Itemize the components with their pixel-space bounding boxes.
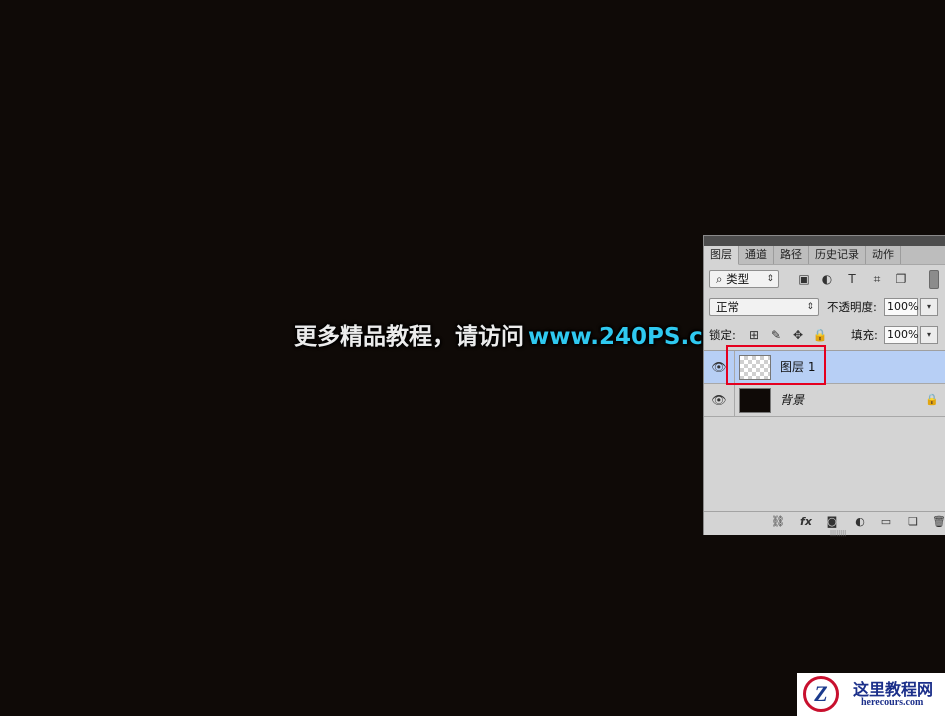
logo-emblem: Z: [803, 676, 839, 712]
lock-label: 锁定:: [709, 328, 736, 342]
lock-brush-icon[interactable]: ✎: [768, 327, 784, 343]
blend-mode-value: 正常: [716, 300, 739, 314]
filter-kind-select[interactable]: ⌕ 类型 ⇕: [709, 270, 779, 288]
eye-icon[interactable]: 👁: [704, 384, 735, 416]
tab-channels[interactable]: 通道: [739, 246, 774, 264]
lock-move-icon[interactable]: ✥: [790, 327, 806, 343]
filter-row: ⌕ 类型 ⇕ ▣ ◐ T ⌗ ❐: [704, 267, 945, 291]
highlight-box: [726, 345, 826, 385]
updown-arrow-icon: ⇕: [766, 274, 774, 284]
lock-transparent-icon[interactable]: ⊞: [746, 327, 762, 343]
filter-toggle[interactable]: [929, 270, 939, 289]
fill-label: 填充:: [851, 328, 878, 342]
tab-history[interactable]: 历史记录: [809, 246, 866, 264]
blend-mode-select[interactable]: 正常 ⇕: [709, 298, 819, 316]
adjustment-filter-icon[interactable]: ◐: [819, 271, 835, 287]
tab-actions[interactable]: 动作: [866, 246, 901, 264]
lock-icon: 🔒: [925, 393, 939, 406]
lock-all-icon[interactable]: 🔒: [812, 327, 828, 343]
layer-row-background[interactable]: 👁 背景 🔒: [704, 384, 945, 417]
filter-kind-label: 类型: [726, 272, 750, 286]
blend-row: 正常 ⇕ 不透明度: 100% ▾: [704, 295, 945, 319]
panel-tabs: 图层 通道 路径 历史记录 动作: [704, 246, 945, 265]
link-layers-icon[interactable]: ⛓: [770, 514, 786, 530]
trash-icon[interactable]: 🗑: [931, 514, 945, 530]
search-icon: ⌕: [716, 272, 723, 286]
folder-icon[interactable]: ▭: [878, 514, 894, 530]
type-filter-icon[interactable]: T: [844, 271, 860, 287]
fill-dropdown[interactable]: ▾: [920, 326, 938, 344]
tab-layers[interactable]: 图层: [704, 246, 739, 265]
panel-header-bar[interactable]: [704, 236, 945, 246]
new-layer-icon[interactable]: ❏: [905, 514, 921, 530]
updown-arrow-icon: ⇕: [806, 302, 814, 312]
watermark-cn: 更多精品教程，请访问: [294, 324, 524, 350]
lock-row: 锁定: ⊞ ✎ ✥ 🔒 填充: 100% ▾: [704, 323, 945, 347]
site-logo: Z 这里教程网 herecours.com: [797, 673, 945, 716]
layer-name[interactable]: 背景: [780, 384, 804, 416]
fx-icon[interactable]: fx: [798, 514, 814, 530]
logo-url: herecours.com: [861, 697, 924, 708]
opacity-dropdown[interactable]: ▾: [920, 298, 938, 316]
layer-thumbnail: [739, 388, 771, 413]
image-filter-icon[interactable]: ▣: [796, 271, 812, 287]
watermark-text: 更多精品教程，请访问 www.240PS.com: [294, 320, 743, 354]
layers-panel: 图层 通道 路径 历史记录 动作 ⌕ 类型 ⇕ ▣ ◐ T ⌗ ❐ 正常 ⇕ 不…: [703, 235, 945, 537]
opacity-label: 不透明度:: [827, 300, 877, 314]
shape-filter-icon[interactable]: ⌗: [869, 271, 885, 287]
resize-grip[interactable]: ||||||||: [830, 530, 846, 537]
add-mask-icon[interactable]: ◙: [824, 514, 840, 530]
smart-object-filter-icon[interactable]: ❐: [893, 271, 909, 287]
adjustment-layer-icon[interactable]: ◐: [852, 514, 868, 530]
tab-paths[interactable]: 路径: [774, 246, 809, 264]
opacity-input[interactable]: 100%: [884, 298, 918, 316]
fill-input[interactable]: 100%: [884, 326, 918, 344]
panel-bottom-bar: ⛓ fx ◙ ◐ ▭ ❏ 🗑: [704, 511, 945, 532]
